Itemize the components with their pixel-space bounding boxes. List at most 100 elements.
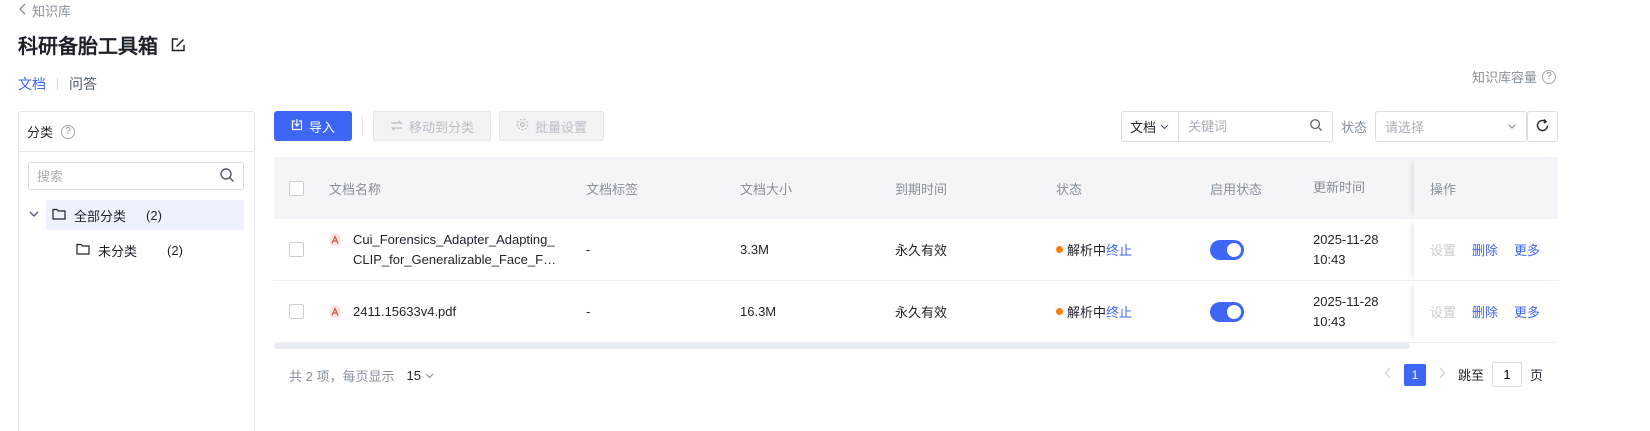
select-all-checkbox[interactable] [289,180,304,196]
page-title: 科研备胎工具箱 [18,36,158,58]
pdf-icon [329,305,341,319]
tab-qa[interactable]: 问答 [69,74,97,94]
table-header: 文档名称 文档标签 文档大小 到期时间 状态 启用状态 更新时间 操作 [274,157,1558,219]
document-expire: 永久有效 [895,243,948,258]
column-header-status: 状态 [1056,181,1083,197]
category-panel: 分类 ? 全部分类 (2) 未分类 (2) [18,111,255,431]
document-name-cell: Cui_Forensics_Adapter_Adapting_ CLIP_for… [329,230,586,270]
refresh-button[interactable] [1527,111,1558,142]
doc-type-select[interactable]: 文档 [1120,111,1179,142]
folder-icon [52,208,66,223]
document-status-cell: 解析中 终止 [1056,240,1210,259]
edit-icon[interactable] [170,37,186,53]
column-header-name: 文档名称 [329,181,382,197]
folder-icon [76,243,90,258]
status-dot [1056,308,1063,315]
tree-item-uncategorized[interactable]: 未分类 (2) [70,235,244,265]
horizontal-scrollbar[interactable] [274,343,1410,349]
help-icon[interactable]: ? [61,124,76,139]
document-name-line: CLIP_for_Generalizable_Face_For... [353,251,558,267]
chevron-down-icon[interactable] [28,208,42,223]
document-tag: - [586,304,591,319]
status-select[interactable]: 请选择 [1375,111,1527,142]
import-button-label: 导入 [308,119,335,135]
more-link[interactable]: 更多 [1514,240,1540,259]
row-checkbox[interactable] [289,304,304,319]
jump-label: 跳至 [1457,368,1484,383]
enabled-toggle[interactable] [1210,239,1244,260]
column-header-enabled: 启用状态 [1210,181,1263,197]
page-size-select[interactable]: 15 [406,368,434,383]
delete-link[interactable]: 删除 [1472,240,1498,259]
tree-item-count: (2) [146,207,162,223]
filter-bar: 文档 状态 请选择 [1120,111,1527,142]
keyword-input[interactable] [1187,119,1308,134]
row-checkbox-cell [274,304,329,319]
doc-type-value: 文档 [1129,120,1156,135]
document-name[interactable]: 2411.15633v4.pdf [353,302,558,322]
page-suffix: 页 [1529,368,1543,383]
category-search-input[interactable] [37,168,207,184]
tab-divider [57,78,58,90]
move-button-label: 移动到分类 [409,119,475,135]
column-header-actions: 操作 [1414,157,1558,219]
row-checkbox-cell [274,242,329,257]
keyword-search [1178,111,1333,142]
delete-link[interactable]: 删除 [1472,302,1498,321]
updated-cell: 2025-11-28 10:43 [1313,292,1414,332]
jump-page-field [1491,362,1522,387]
document-name-line: Cui_Forensics_Adapter_Adapting_ [353,231,555,247]
import-button[interactable]: 导入 [274,111,352,141]
enabled-cell [1210,239,1313,260]
document-status-cell: 解析中 终止 [1056,302,1210,321]
search-icon[interactable] [1309,118,1323,135]
terminate-link[interactable]: 终止 [1106,302,1132,321]
document-expire: 永久有效 [895,305,948,320]
terminate-link[interactable]: 终止 [1106,240,1132,259]
status-text: 解析中 [1067,243,1107,258]
import-icon [291,118,303,134]
category-search [28,162,244,190]
settings-link[interactable]: 设置 [1430,302,1456,321]
chevron-down-icon [1160,119,1169,134]
pdf-icon [329,233,341,247]
header-checkbox-cell [274,180,329,196]
chevron-down-icon [425,368,434,383]
search-icon[interactable] [219,167,235,186]
row-checkbox[interactable] [289,242,304,257]
document-tag: - [586,242,591,257]
status-text: 解析中 [1067,305,1107,320]
page-size-value: 15 [406,368,421,383]
enabled-toggle[interactable] [1210,301,1244,322]
table-row: 2411.15633v4.pdf - 16.3M 永久有效 解析中 终止 202… [274,281,1558,343]
pagination-summary: 共 2 项，每页显示 15 [289,366,434,385]
prev-page-icon[interactable] [1380,367,1396,382]
batch-settings-button[interactable]: 批量设置 [499,111,605,141]
page-title-row: 科研备胎工具箱 [18,30,186,59]
column-header-expire: 到期时间 [895,181,948,197]
back-link[interactable]: 知识库 [18,1,71,20]
move-to-category-button[interactable]: 移动到分类 [373,111,492,141]
tree-node-all[interactable]: 全部分类 (2) [46,200,244,230]
toolbar-divider [362,116,363,136]
page-number-current[interactable]: 1 [1403,363,1426,386]
updated-cell: 2025-11-28 10:43 [1313,230,1414,270]
status-dot [1056,246,1063,253]
column-header-updated: 更新时间 [1313,180,1366,195]
tree-item-all[interactable]: 全部分类 (2) [28,200,244,230]
pagination: 1 跳至 页 [1380,362,1543,387]
tab-documents[interactable]: 文档 [18,74,46,94]
column-header-actions-label: 操作 [1430,181,1457,197]
capacity-link[interactable]: 知识库容量 ? [1472,67,1556,86]
gear-icon [516,118,529,134]
document-name-line: 2411.15633v4.pdf [353,303,457,319]
more-link[interactable]: 更多 [1514,302,1540,321]
help-icon[interactable]: ? [1542,69,1556,84]
total-text: 共 2 项，每页显示 [289,369,395,384]
jump-page-input[interactable] [1493,367,1520,382]
swap-icon [390,119,403,134]
next-page-icon[interactable] [1434,367,1450,382]
settings-link[interactable]: 设置 [1430,240,1456,259]
batch-button-label: 批量设置 [535,119,588,135]
document-name[interactable]: Cui_Forensics_Adapter_Adapting_ CLIP_for… [353,230,558,270]
